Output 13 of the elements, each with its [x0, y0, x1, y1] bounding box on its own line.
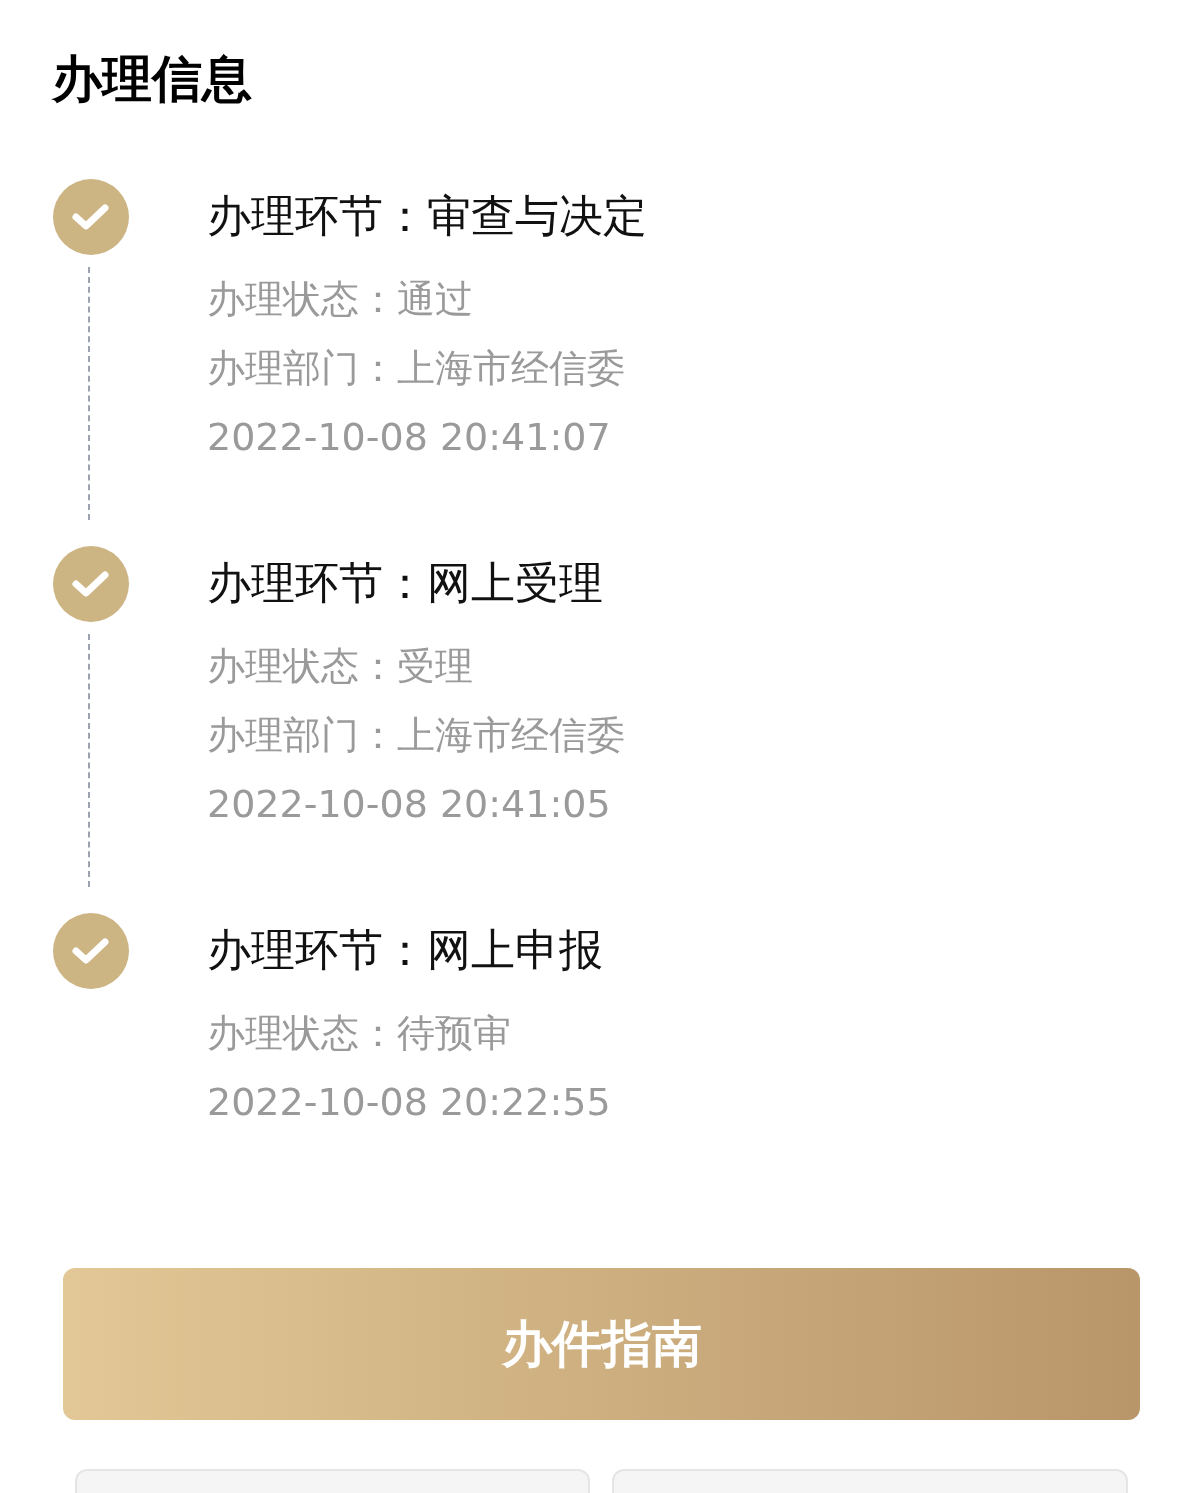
- step-detail: 2022-10-08 20:41:07: [207, 414, 611, 461]
- section-title: 办理信息: [52, 49, 252, 110]
- step-detail: 办理状态：待预审: [207, 1010, 511, 1057]
- step-detail: 办理状态：通过: [207, 276, 473, 323]
- step-detail: 办理状态：受理: [207, 643, 473, 690]
- step-detail: 2022-10-08 20:41:05: [207, 781, 611, 828]
- guide-button[interactable]: 办件指南: [63, 1268, 1140, 1420]
- step-heading: 办理环节：网上申报: [207, 923, 603, 977]
- step-detail: 办理部门：上海市经信委: [207, 345, 625, 392]
- step-detail: 办理部门：上海市经信委: [207, 712, 625, 759]
- step-heading: 办理环节：网上受理: [207, 556, 603, 610]
- step-heading: 办理环节：审查与决定: [207, 189, 647, 243]
- step-detail: 2022-10-08 20:22:55: [207, 1079, 611, 1126]
